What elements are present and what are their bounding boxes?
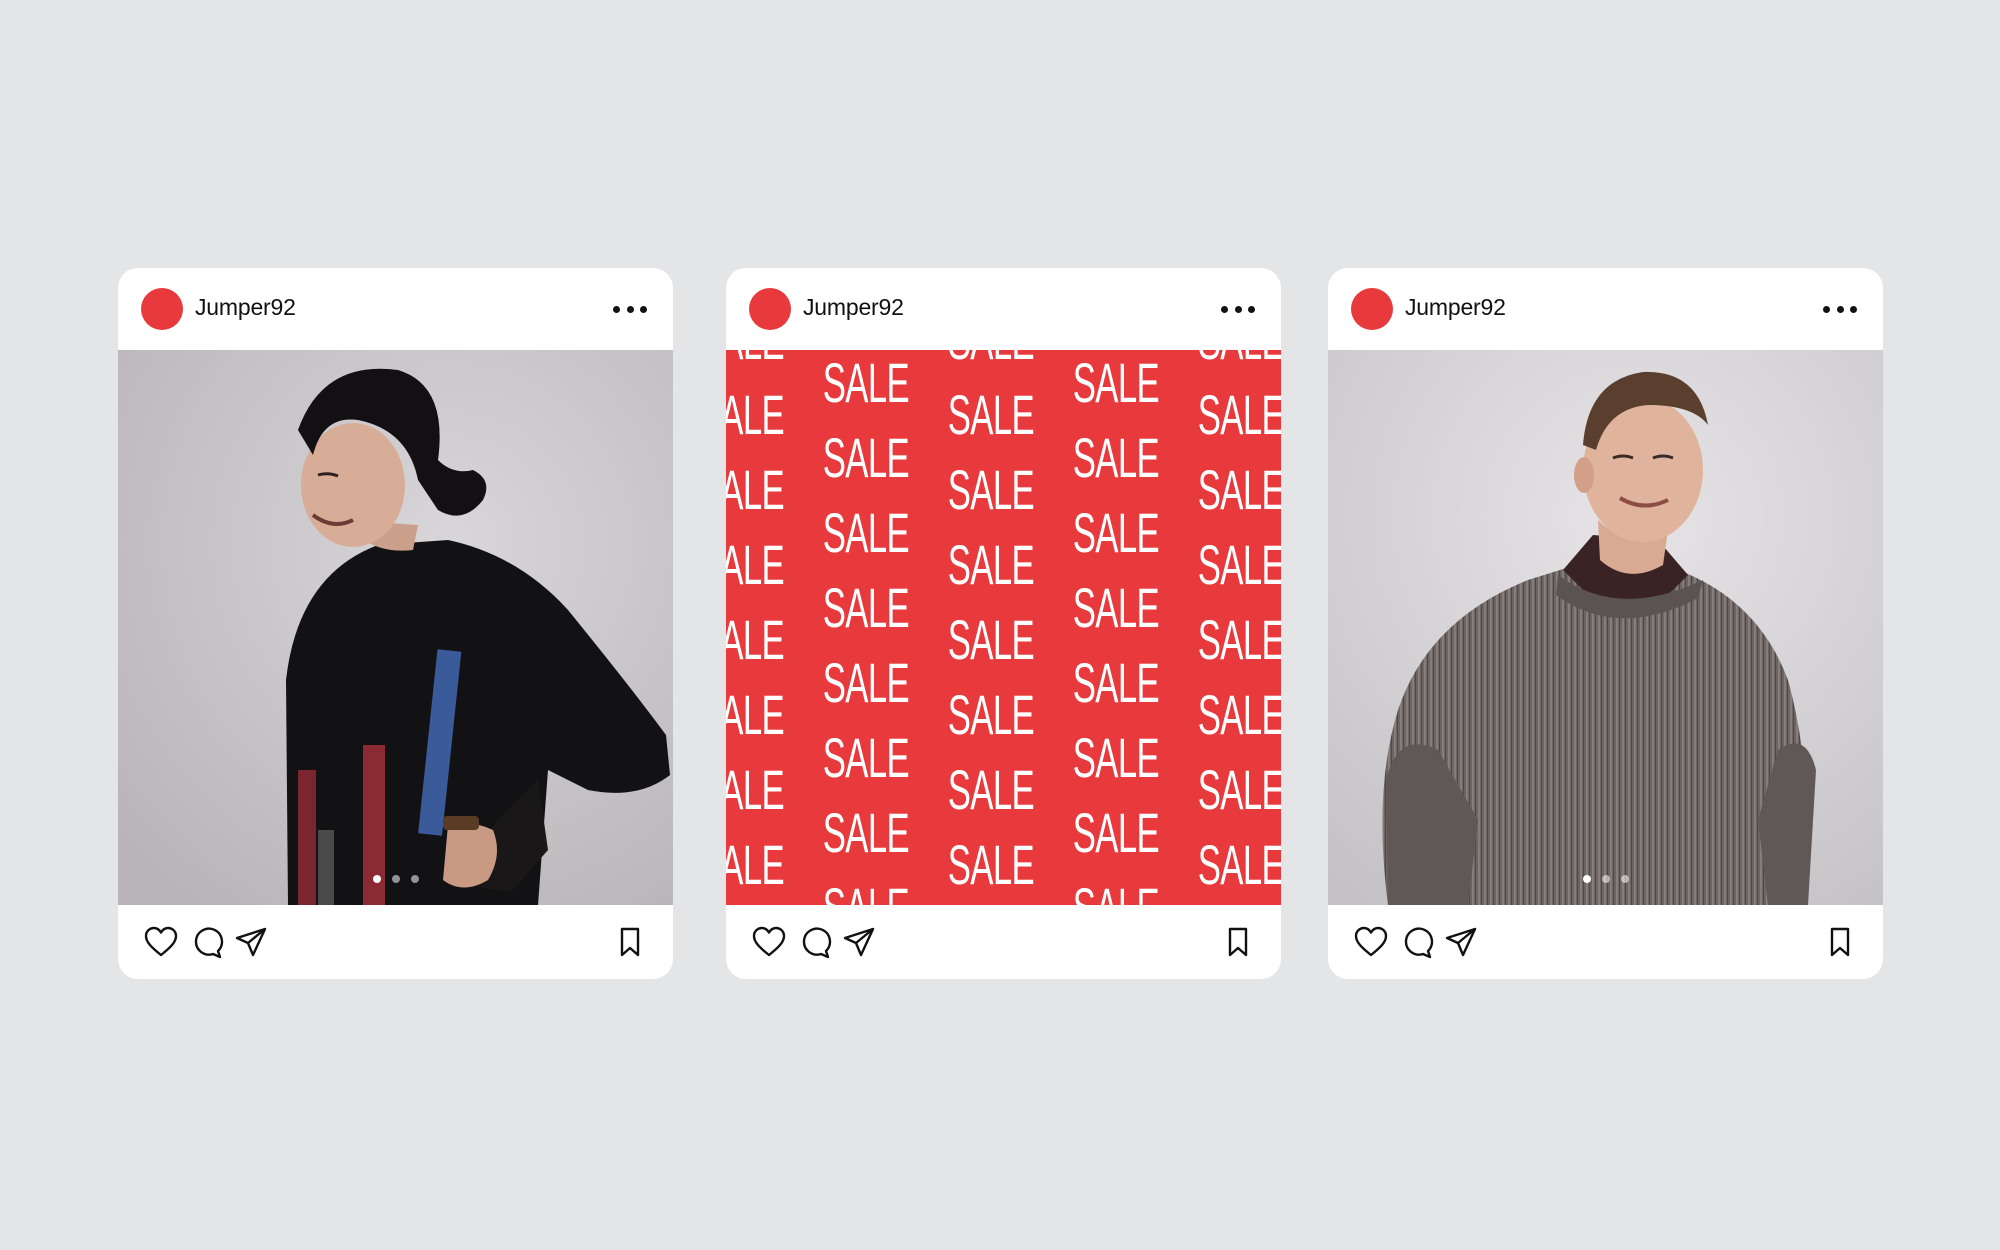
sale-word: SALE: [1197, 533, 1281, 596]
sale-column: SALESALESALESALESALESALESALESALESALE: [799, 350, 924, 906]
sale-word: SALE: [1197, 383, 1281, 446]
sale-word: SALE: [726, 833, 785, 896]
username[interactable]: Jumper92: [803, 294, 904, 321]
sale-word: SALE: [822, 576, 910, 639]
sale-word: SALE: [726, 533, 785, 596]
sale-word: SALE: [1197, 458, 1281, 521]
carousel-dot[interactable]: [410, 875, 419, 883]
post-card: Jumper92 SALESALESALESALESALESALESALESAL…: [726, 268, 1281, 979]
carousel-indicator[interactable]: [1328, 875, 1883, 883]
sale-word: SALE: [822, 426, 910, 489]
sale-word: SALE: [726, 608, 785, 671]
carousel-dot[interactable]: [372, 875, 381, 883]
sale-word: SALE: [948, 350, 1035, 368]
sale-word: SALE: [1073, 880, 1160, 906]
sale-word: SALE: [823, 880, 910, 906]
sale-word: SALE: [726, 758, 785, 821]
sale-word: SALE: [1197, 683, 1281, 746]
sale-word: SALE: [726, 383, 785, 446]
sale-word: SALE: [822, 351, 910, 414]
sale-word: SALE: [947, 533, 1035, 596]
sale-word: SALE: [947, 683, 1035, 746]
bookmark-icon[interactable]: [615, 925, 645, 959]
sale-word: SALE: [726, 458, 785, 521]
sale-column: SALESALESALESALESALESALESALESALESALE: [1174, 350, 1281, 905]
carousel-dot[interactable]: [1620, 875, 1629, 883]
carousel-dot[interactable]: [391, 875, 400, 883]
heart-icon[interactable]: [143, 925, 179, 959]
share-icon[interactable]: [233, 925, 269, 959]
sale-word: SALE: [1072, 651, 1160, 714]
heart-icon[interactable]: [1353, 925, 1389, 959]
sale-word: SALE: [1197, 608, 1281, 671]
carousel-indicator[interactable]: [118, 875, 673, 883]
carousel-dot[interactable]: [1582, 875, 1591, 883]
sale-word: SALE: [726, 683, 785, 746]
post-image[interactable]: SALE SALE SALE SALE SALE SALE SALE SALE SALE SALE…: [726, 350, 1281, 905]
bookmark-icon[interactable]: [1825, 925, 1855, 959]
username[interactable]: Jumper92: [195, 294, 296, 321]
avatar[interactable]: [749, 288, 791, 330]
sale-column: SALESALESALESALESALESALESALESALESALE: [726, 350, 799, 905]
comment-icon[interactable]: [1398, 925, 1434, 959]
woman-photo: [118, 350, 673, 905]
sale-word: SALE: [1072, 576, 1160, 639]
heart-icon[interactable]: [751, 925, 787, 959]
comment-icon[interactable]: [796, 925, 832, 959]
post-actions: [726, 905, 1281, 979]
carousel-dot[interactable]: [1601, 875, 1610, 883]
sale-word: SALE: [1197, 833, 1281, 896]
sale-word: SALE: [822, 726, 910, 789]
sale-word: SALE: [947, 608, 1035, 671]
avatar[interactable]: [141, 288, 183, 330]
username[interactable]: Jumper92: [1405, 294, 1506, 321]
post-header: Jumper92: [118, 268, 673, 350]
post-card: Jumper92: [1328, 268, 1883, 979]
comment-icon[interactable]: [188, 925, 224, 959]
sale-word: SALE: [1072, 801, 1160, 864]
sale-word: SALE: [822, 501, 910, 564]
avatar[interactable]: [1351, 288, 1393, 330]
sale-pattern: SALE SALE SALE SALE SALE SALE SALE SALE SALE SALE…: [726, 350, 1281, 905]
sale-word: SALE: [822, 801, 910, 864]
sale-word: SALE: [1198, 350, 1281, 368]
man-photo: [1328, 350, 1883, 905]
sale-word: SALE: [1072, 726, 1160, 789]
sale-word: SALE: [822, 651, 910, 714]
sale-word: SALE: [1072, 426, 1160, 489]
sale-word: SALE: [1197, 758, 1281, 821]
more-icon[interactable]: [613, 296, 647, 322]
sale-word: SALE: [947, 833, 1035, 896]
sale-word: SALE: [1072, 351, 1160, 414]
sale-word: SALE: [947, 458, 1035, 521]
more-icon[interactable]: [1823, 296, 1857, 322]
more-icon[interactable]: [1221, 296, 1255, 322]
share-icon[interactable]: [841, 925, 877, 959]
sale-column: SALESALESALESALESALESALESALESALESALE: [1049, 350, 1174, 906]
post-header: Jumper92: [1328, 268, 1883, 350]
post-image[interactable]: [118, 350, 673, 905]
sale-word: SALE: [947, 758, 1035, 821]
bookmark-icon[interactable]: [1223, 925, 1253, 959]
sale-column: SALESALESALESALESALESALESALESALESALE: [924, 350, 1049, 905]
post-image[interactable]: [1328, 350, 1883, 905]
post-header: Jumper92: [726, 268, 1281, 350]
sale-word: SALE: [726, 350, 785, 368]
sale-word: SALE: [947, 383, 1035, 446]
share-icon[interactable]: [1443, 925, 1479, 959]
sale-word: SALE: [1072, 501, 1160, 564]
post-actions: [118, 905, 673, 979]
post-actions: [1328, 905, 1883, 979]
post-card: Jumper92: [118, 268, 673, 979]
